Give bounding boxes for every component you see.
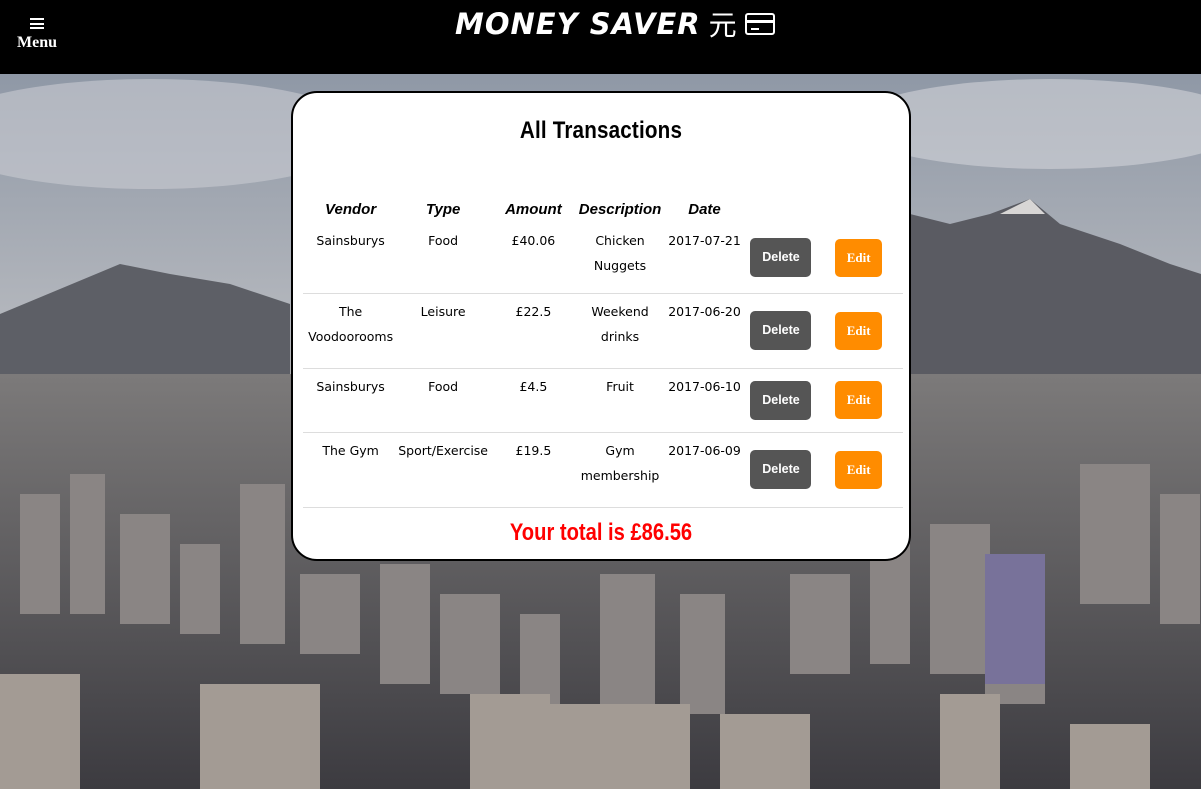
amount-cell: £19.5 [488,432,579,508]
brand-logo: MONEY SAVER 元 [455,4,775,44]
edit-button[interactable]: Edit [835,381,883,419]
description-cell: Fruit [578,368,662,433]
delete-button[interactable]: Delete [750,380,812,420]
menu-button[interactable]: Menu [14,18,60,52]
delete-cell: Delete [747,223,815,294]
table-row: The Voodoorooms Leisure £22.5 Weekend dr… [303,293,903,369]
description-cell: Weekend drinks [578,293,662,369]
table-row: Sainsburys Food £4.5 Fruit 2017-06-10 De… [303,368,903,433]
type-cell: Food [398,223,489,294]
edit-cell: Edit [814,223,903,294]
hamburger-icon [30,18,44,29]
vendor-cell: The Voodoorooms [303,293,399,369]
delete-cell: Delete [747,293,815,369]
column-header-description: Description [578,200,662,218]
vendor-cell: Sainsburys [303,368,399,433]
delete-button[interactable]: Delete [750,238,812,278]
vendor-cell: Sainsburys [303,223,399,294]
table-row: The Gym Sport/Exercise £19.5 Gym members… [303,432,903,508]
description-cell: Gym membership [578,432,662,508]
delete-cell: Delete [747,368,815,433]
delete-cell: Delete [747,432,815,508]
amount-cell: £4.5 [488,368,579,433]
brand-title: MONEY SAVER [455,7,701,41]
total-amount: Your total is £86.56 [509,519,693,546]
amount-cell: £22.5 [488,293,579,369]
menu-label: Menu [17,34,57,51]
top-navigation-bar: Menu MONEY SAVER 元 [0,0,1201,74]
transactions-table: Vendor Type Amount Description Date Sain… [303,195,903,508]
date-cell: 2017-06-10 [661,368,748,433]
table-header-row: Vendor Type Amount Description Date [303,195,903,223]
amount-cell: £40.06 [488,223,579,294]
column-header-date: Date [688,200,721,218]
edit-cell: Edit [814,368,903,433]
table-row: Sainsburys Food £40.06 Chicken Nuggets 2… [303,223,903,294]
type-cell: Sport/Exercise [398,432,489,508]
date-cell: 2017-06-09 [661,432,748,508]
column-header-edit [814,195,903,223]
column-header-delete [748,195,815,223]
column-header-type: Type [425,200,461,218]
column-header-amount: Amount [505,200,562,218]
description-cell: Chicken Nuggets [578,223,662,294]
edit-button[interactable]: Edit [835,450,883,489]
edit-button[interactable]: Edit [835,238,883,277]
credit-card-icon [744,13,775,35]
edit-button[interactable]: Edit [835,311,883,350]
delete-button[interactable]: Delete [750,450,812,489]
date-cell: 2017-06-20 [661,293,748,369]
transactions-card: All Transactions Vendor Type Amount Desc… [291,91,911,561]
type-cell: Leisure [398,293,489,369]
column-header-vendor: Vendor [325,200,377,218]
delete-button[interactable]: Delete [750,311,812,350]
edit-cell: Edit [814,293,903,369]
page-title: All Transactions [519,117,683,144]
vendor-cell: The Gym [303,432,399,508]
date-cell: 2017-07-21 [661,223,748,294]
type-cell: Food [398,368,489,433]
yuan-symbol-icon: 元 [708,9,737,42]
edit-cell: Edit [814,432,903,508]
